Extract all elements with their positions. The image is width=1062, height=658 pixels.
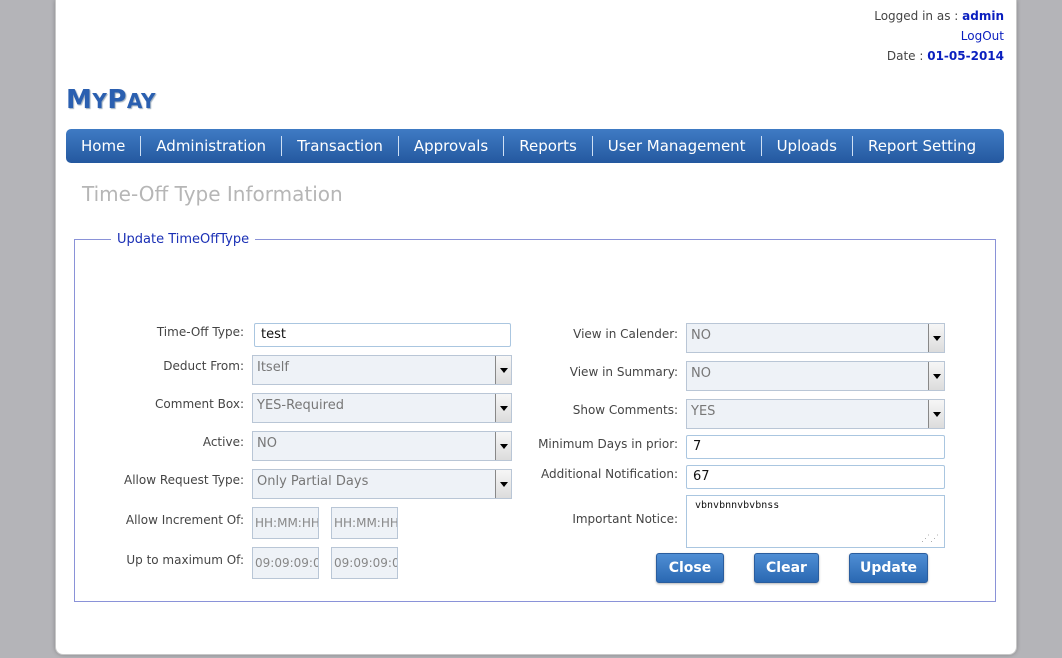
- mypay-logo: MYPAY: [66, 85, 156, 115]
- up-to-max-input-a[interactable]: 09:09:09:09: [252, 547, 319, 579]
- close-button[interactable]: Close: [656, 553, 724, 583]
- allow-increment-input-a[interactable]: HH:MM:HH: [252, 507, 319, 539]
- nav-user-management[interactable]: User Management: [593, 136, 762, 156]
- show-comments-select[interactable]: YES: [686, 399, 945, 429]
- timeoff-type-input[interactable]: test: [254, 323, 511, 347]
- show-comments-label: Show Comments:: [572, 403, 678, 417]
- allow-request-label: Allow Request Type:: [123, 473, 244, 487]
- view-calendar-select[interactable]: NO: [686, 323, 945, 353]
- allow-increment-input-b[interactable]: HH:MM:HH: [331, 507, 398, 539]
- up-to-max-input-b[interactable]: 09:09:09:09: [331, 547, 398, 579]
- nav-report-setting[interactable]: Report Setting: [853, 136, 991, 156]
- chevron-down-icon[interactable]: [495, 470, 511, 498]
- username: admin: [962, 9, 1004, 23]
- comment-box-select[interactable]: YES-Required: [252, 393, 512, 423]
- active-label: Active:: [202, 435, 244, 449]
- date-label: Date :: [886, 49, 928, 63]
- min-days-input[interactable]: 7: [686, 435, 945, 459]
- logout-link[interactable]: LogOut: [961, 29, 1004, 43]
- nav-approvals[interactable]: Approvals: [399, 136, 505, 156]
- deduct-from-label: Deduct From:: [163, 359, 244, 373]
- update-timeofftype-form: Update TimeOffType Time-Off Type: test D…: [74, 232, 996, 602]
- clear-button[interactable]: Clear: [754, 553, 819, 583]
- important-notice-textarea[interactable]: vbnvbnnvbvbnss ⋰⋰: [686, 495, 945, 548]
- chevron-down-icon[interactable]: [928, 362, 944, 390]
- deduct-from-select[interactable]: Itself: [252, 355, 512, 385]
- user-info: Logged in as : admin LogOut Date : 01-05…: [874, 6, 1004, 66]
- nav-home[interactable]: Home: [66, 136, 142, 156]
- additional-notification-input[interactable]: 67: [686, 465, 945, 489]
- active-select[interactable]: NO: [252, 431, 512, 461]
- additional-notification-label: Additional Notification:: [541, 467, 678, 481]
- view-summary-select[interactable]: NO: [686, 361, 945, 391]
- chevron-down-icon[interactable]: [928, 324, 944, 352]
- logged-in-line: Logged in as : admin: [874, 6, 1004, 26]
- page-container: Logged in as : admin LogOut Date : 01-05…: [55, 0, 1017, 655]
- nav-transaction[interactable]: Transaction: [282, 136, 399, 156]
- chevron-down-icon[interactable]: [928, 400, 944, 428]
- timeoff-type-label: Time-Off Type:: [156, 325, 244, 339]
- page-title: Time-Off Type Information: [82, 182, 343, 206]
- resize-grip-icon[interactable]: ⋰⋰: [921, 535, 939, 544]
- view-summary-label: View in Summary:: [569, 365, 678, 379]
- chevron-down-icon[interactable]: [495, 394, 511, 422]
- chevron-down-icon[interactable]: [495, 432, 511, 460]
- important-notice-label: Important Notice:: [572, 512, 678, 526]
- min-days-label: Minimum Days in prior:: [538, 437, 678, 451]
- view-calendar-label: View in Calender:: [573, 327, 678, 341]
- update-button[interactable]: Update: [849, 553, 928, 583]
- main-nav: Home Administration Transaction Approval…: [66, 129, 1004, 163]
- nav-uploads[interactable]: Uploads: [762, 136, 853, 156]
- date-value: 01-05-2014: [927, 49, 1004, 63]
- nav-administration[interactable]: Administration: [141, 136, 283, 156]
- up-to-max-label: Up to maximum Of:: [126, 553, 244, 567]
- date-line: Date : 01-05-2014: [874, 46, 1004, 66]
- allow-increment-label: Allow Increment Of:: [125, 513, 244, 527]
- comment-box-label: Comment Box:: [155, 397, 244, 411]
- allow-request-select[interactable]: Only Partial Days: [252, 469, 512, 499]
- form-legend: Update TimeOffType: [117, 232, 250, 247]
- nav-reports[interactable]: Reports: [504, 136, 593, 156]
- chevron-down-icon[interactable]: [495, 356, 511, 384]
- logged-in-label: Logged in as :: [874, 9, 963, 23]
